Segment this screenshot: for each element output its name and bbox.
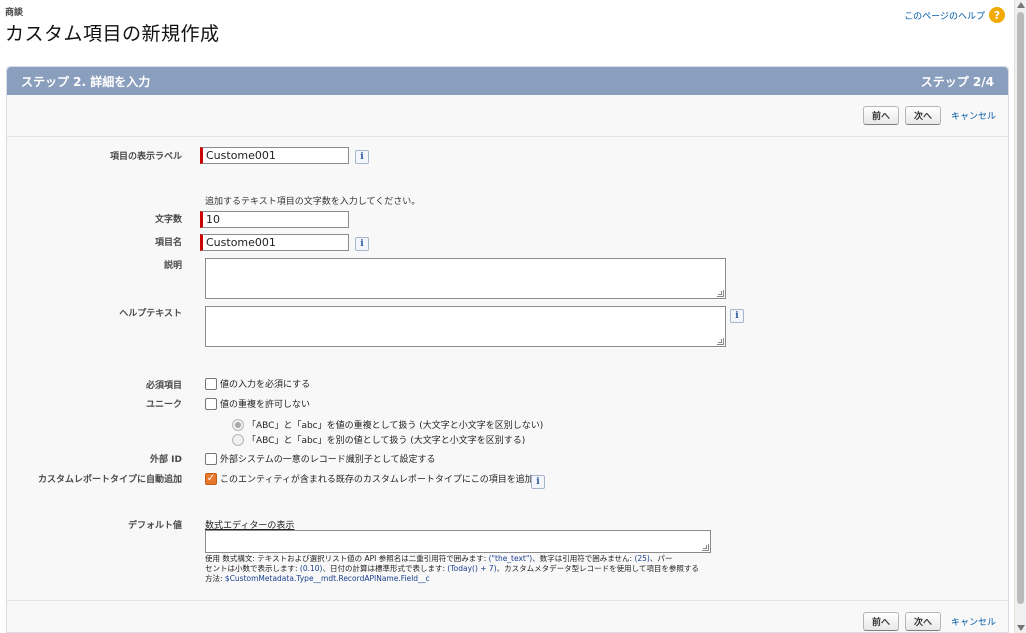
help-text-textarea[interactable] xyxy=(205,306,726,347)
external-id-label: 外部 ID xyxy=(150,455,182,465)
field-form: 項目の表示ラベル Custome001 i 追加するテキスト項目の文字数を入力し… xyxy=(7,67,1008,632)
required-label: 必須項目 xyxy=(145,381,182,391)
formula-help-line-2: セントは小数で表示します: (0.10)、日付の計算は標準形式で表します: (T… xyxy=(205,564,699,573)
info-icon[interactable]: i xyxy=(355,150,369,164)
case-insensitive-option[interactable]: 「ABC」と「abc」を値の重複として扱う (大文字と小文字を区別しない) xyxy=(232,418,543,431)
resize-handle-icon[interactable] xyxy=(702,544,709,551)
question-icon[interactable]: ? xyxy=(989,7,1005,23)
field-label-input[interactable]: Custome001 xyxy=(200,147,349,164)
info-icon[interactable]: i xyxy=(730,309,744,323)
prev-button[interactable]: 前へ xyxy=(862,612,899,631)
scroll-down-arrow-icon[interactable] xyxy=(1017,625,1025,631)
external-id-option[interactable]: 外部システムの一意のレコード識別子として設定する xyxy=(205,452,435,465)
vertical-scrollbar[interactable] xyxy=(1014,0,1026,633)
object-type-label: 商談 xyxy=(5,8,24,18)
help-text-label: ヘルプテキスト xyxy=(119,309,182,319)
external-id-option-text: 外部システムの一意のレコード識別子として設定する xyxy=(220,455,436,465)
case-insensitive-radio[interactable] xyxy=(232,418,244,431)
field-label-label: 項目の表示ラベル xyxy=(109,152,182,162)
help-link-text[interactable]: このページのヘルプ xyxy=(904,9,985,22)
next-button[interactable]: 次へ xyxy=(904,612,941,631)
info-icon[interactable]: i xyxy=(531,475,545,489)
default-value-label: デフォルト値 xyxy=(127,521,182,531)
unique-checkbox[interactable] xyxy=(205,397,217,410)
page-title: カスタム項目の新規作成 xyxy=(5,23,220,45)
formula-help-line-3: 方法: $CustomMetadata.Type__mdt.RecordAPIN… xyxy=(205,574,430,583)
formula-help-line-1: 使用 数式構文: テキストおよび選択リスト値の API 参照名は二重引用符で囲み… xyxy=(205,554,673,563)
scroll-thumb[interactable] xyxy=(1017,12,1024,604)
resize-handle-icon[interactable] xyxy=(717,290,724,297)
formula-help-text: 使用 数式構文: テキストおよび選択リスト値の API 参照名は二重引用符で囲み… xyxy=(205,554,717,584)
report-type-label: カスタムレポートタイプに自動追加 xyxy=(37,475,182,485)
info-icon[interactable]: i xyxy=(355,237,369,251)
description-textarea[interactable] xyxy=(205,258,726,299)
length-hint: 追加するテキスト項目の文字数を入力してください。 xyxy=(205,197,421,207)
required-checkbox[interactable] xyxy=(205,377,217,390)
case-sensitive-text: 「ABC」と「abc」を別の値として扱う (大文字と小文字を区別する) xyxy=(247,436,526,446)
report-type-checkbox[interactable]: ✓ xyxy=(205,472,217,485)
unique-option[interactable]: 値の重複を許可しない xyxy=(205,397,310,410)
unique-option-text: 値の重複を許可しない xyxy=(220,400,311,410)
scroll-up-arrow-icon[interactable] xyxy=(1017,2,1025,8)
case-sensitive-radio[interactable] xyxy=(232,433,244,446)
case-insensitive-text: 「ABC」と「abc」を値の重複として扱う (大文字と小文字を区別しない) xyxy=(247,421,544,431)
divider-bottom xyxy=(7,600,1008,601)
length-label: 文字数 xyxy=(154,215,182,225)
resize-handle-icon[interactable] xyxy=(717,338,724,345)
unique-label: ユニーク xyxy=(145,400,182,410)
edit-panel: ステップ 2. 詳細を入力 ステップ 2/4 前へ 次へ キャンセル 項目の表示… xyxy=(6,66,1009,633)
field-name-label: 項目名 xyxy=(154,238,182,248)
report-type-option-text: このエンティティが含まれる既存のカスタムレポートタイプにこの項目を追加 xyxy=(220,475,534,485)
description-label: 説明 xyxy=(163,261,182,271)
report-type-option[interactable]: ✓ このエンティティが含まれる既存のカスタムレポートタイプにこの項目を追加 xyxy=(205,472,534,485)
required-option[interactable]: 値の入力を必須にする xyxy=(205,377,310,390)
field-name-input[interactable]: Custome001 xyxy=(200,234,349,251)
page-header: 商談 カスタム項目の新規作成 xyxy=(5,5,220,46)
case-sensitive-option[interactable]: 「ABC」と「abc」を別の値として扱う (大文字と小文字を区別する) xyxy=(232,433,525,446)
help-link[interactable]: このページのヘルプ ? xyxy=(904,7,1005,23)
length-input[interactable]: 10 xyxy=(200,211,349,228)
required-option-text: 値の入力を必須にする xyxy=(220,380,311,390)
default-value-textarea[interactable] xyxy=(205,530,711,553)
bottom-button-row: 前へ 次へ キャンセル xyxy=(862,612,996,631)
external-id-checkbox[interactable] xyxy=(205,452,217,465)
cancel-link[interactable]: キャンセル xyxy=(951,615,996,628)
